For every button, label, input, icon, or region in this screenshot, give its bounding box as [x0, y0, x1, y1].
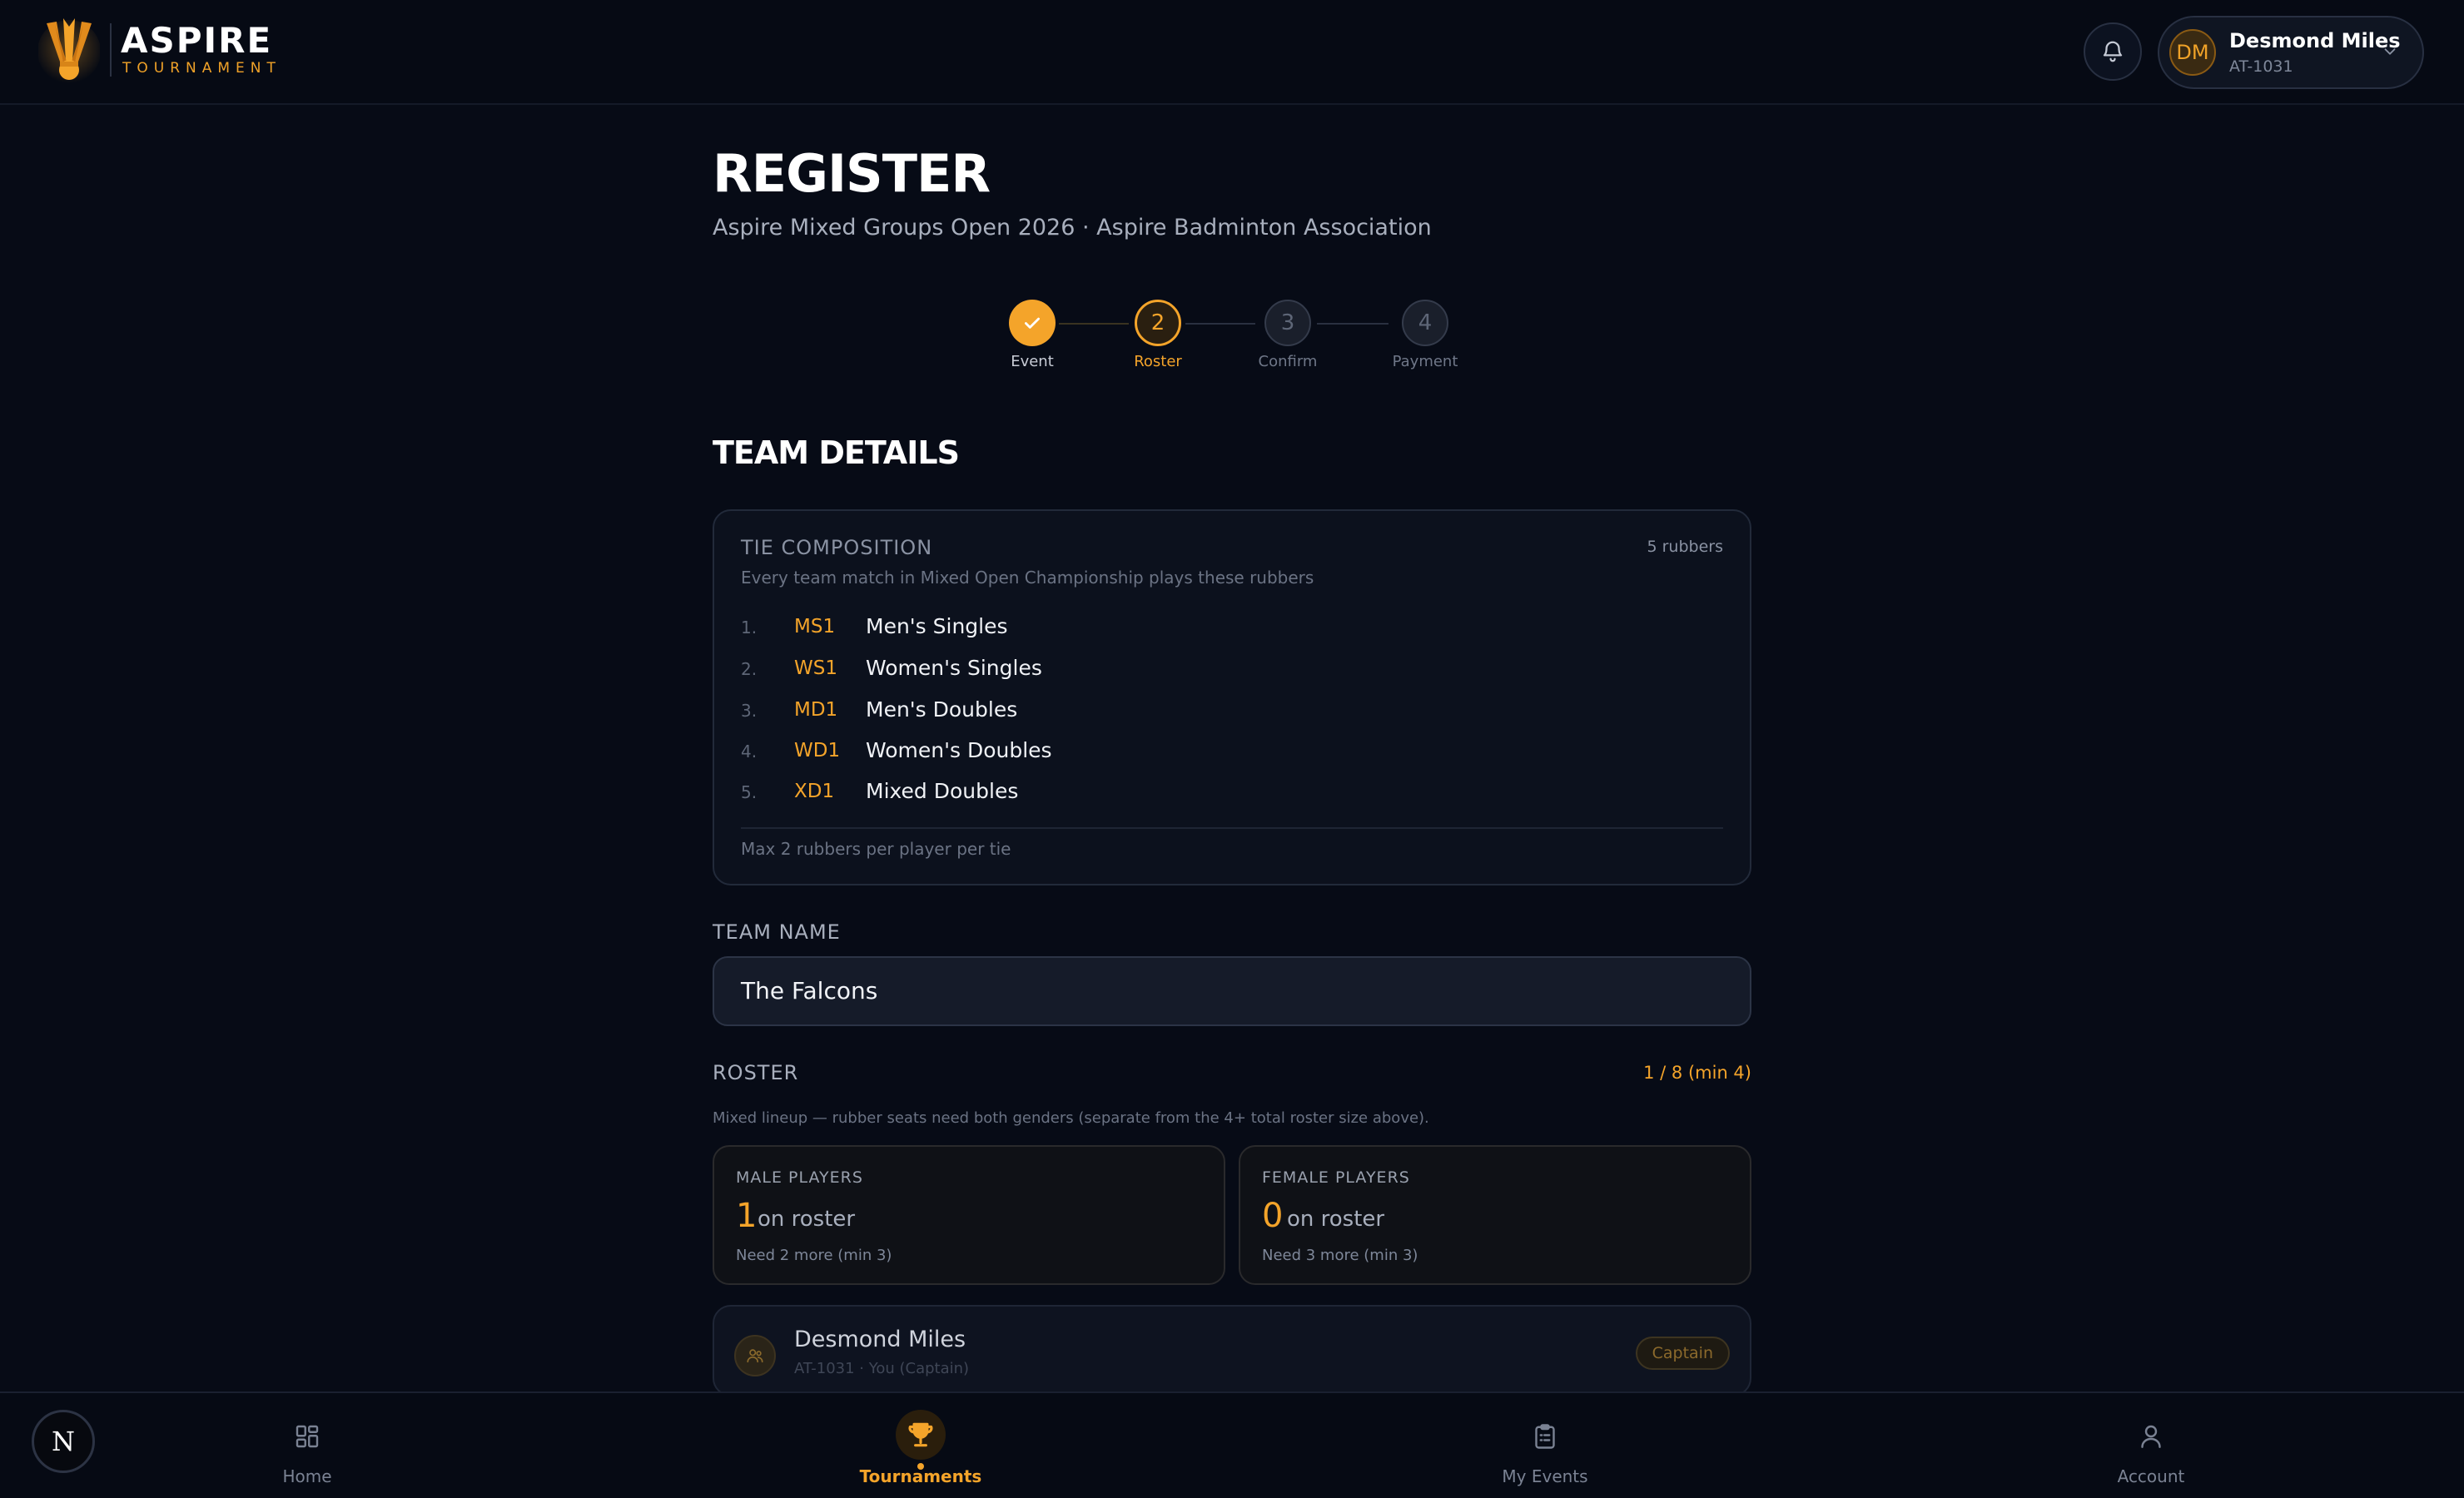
female-players-suffix: on roster: [1287, 1207, 1385, 1232]
female-players-title: FEMALE PLAYERS: [1262, 1168, 1410, 1187]
rubber-index: 5.: [741, 782, 758, 802]
tie-composition-card: TIE COMPOSITION 5 rubbers Every team mat…: [713, 509, 1751, 885]
nav-item-account[interactable]: Account: [2051, 1408, 2251, 1491]
rubber-index: 2.: [741, 659, 758, 679]
team-name-label: TEAM NAME: [713, 920, 841, 944]
male-players-count: 1: [736, 1197, 758, 1235]
male-players-need: Need 2 more (min 3): [736, 1247, 892, 1264]
roster-label: ROSTER: [713, 1061, 799, 1084]
step-connector: [1059, 323, 1129, 325]
roster-member-row[interactable]: Desmond Miles AT-1031 · You (Captain) Ca…: [713, 1305, 1751, 1396]
female-players-card: FEMALE PLAYERS 0 on roster Need 3 more (…: [1239, 1145, 1751, 1285]
bell-icon: [2103, 41, 2123, 62]
chevron-down-icon: [2384, 48, 2396, 55]
rubber-name: Women's Singles: [866, 656, 1042, 680]
page-subtitle: Aspire Mixed Groups Open 2026 · Aspire B…: [713, 215, 1432, 241]
section-title-team-details: TEAM DETAILS: [713, 434, 960, 471]
list-item: 3. MD1 Men's Doubles: [741, 696, 1723, 729]
nav-label-home: Home: [282, 1466, 332, 1486]
rubber-code: WD1: [794, 740, 841, 761]
divider: [741, 827, 1723, 829]
rubber-code: MS1: [794, 616, 836, 637]
member-avatar: [734, 1335, 776, 1376]
person-icon: [2131, 1416, 2171, 1456]
member-subtitle: AT-1031 · You (Captain): [794, 1360, 970, 1377]
nav-item-tournaments[interactable]: Tournaments: [821, 1408, 1021, 1491]
rubber-index: 1.: [741, 618, 758, 637]
tie-rule-note: Max 2 rubbers per player per tie: [741, 839, 1011, 859]
shuttlecock-logo-icon[interactable]: [38, 15, 100, 88]
user-id: AT-1031: [2229, 57, 2293, 76]
rubber-name: Women's Doubles: [866, 738, 1052, 762]
team-name-input[interactable]: The Falcons: [713, 956, 1751, 1026]
user-menu-button[interactable]: DM Desmond Miles AT-1031: [2158, 16, 2424, 89]
grid-icon: [287, 1416, 327, 1456]
rubber-index: 3.: [741, 701, 758, 721]
male-players-card: MALE PLAYERS 1 on roster Need 2 more (mi…: [713, 1145, 1225, 1285]
top-bar: ASPIRE TOURNAMENT DM Desmond Miles AT-10…: [0, 0, 2464, 105]
rubber-name: Mixed Doubles: [866, 779, 1019, 803]
roster-count: 1 / 8 (min 4): [1643, 1063, 1751, 1083]
avatar: DM: [2169, 29, 2216, 76]
roster-note: Mixed lineup — rubber seats need both ge…: [713, 1109, 1429, 1127]
check-icon: [1025, 317, 1040, 329]
member-name: Desmond Miles: [794, 1327, 966, 1352]
captain-badge: Captain: [1635, 1337, 1730, 1370]
brand-tagline: TOURNAMENT: [122, 60, 281, 77]
users-icon: [747, 1349, 763, 1363]
tie-composition-title: TIE COMPOSITION: [741, 536, 933, 559]
trophy-icon: [896, 1410, 946, 1460]
step-confirm-circle[interactable]: 3: [1264, 300, 1311, 346]
clipboard-icon: [1525, 1416, 1565, 1456]
step-connector: [1185, 323, 1255, 325]
rubber-code: WS1: [794, 657, 837, 679]
rubber-code: XD1: [794, 781, 835, 802]
step-roster-label: Roster: [1134, 353, 1182, 370]
tie-description: Every team match in Mixed Open Champions…: [741, 568, 1314, 588]
rubber-name: Men's Singles: [866, 614, 1008, 638]
step-payment-circle[interactable]: 4: [1402, 300, 1448, 346]
rubber-name: Men's Doubles: [866, 697, 1018, 722]
logo-divider: [110, 23, 112, 77]
list-item: 1. MS1 Men's Singles: [741, 613, 1723, 646]
nav-label-tournaments: Tournaments: [859, 1466, 982, 1486]
list-item: 2. WS1 Women's Singles: [741, 654, 1723, 687]
male-players-suffix: on roster: [758, 1207, 856, 1232]
step-connector: [1317, 323, 1388, 325]
user-name: Desmond Miles: [2229, 29, 2401, 52]
list-item: 4. WD1 Women's Doubles: [741, 737, 1723, 770]
rubber-index: 4.: [741, 742, 758, 761]
male-players-title: MALE PLAYERS: [736, 1168, 863, 1187]
female-players-count: 0: [1262, 1197, 1284, 1235]
step-event-circle[interactable]: [1009, 300, 1056, 346]
nav-item-my-events[interactable]: My Events: [1445, 1408, 1645, 1491]
page-title: REGISTER: [713, 143, 991, 204]
step-event-label: Event: [1011, 353, 1054, 370]
step-roster-circle[interactable]: 2: [1135, 300, 1181, 346]
female-players-need: Need 3 more (min 3): [1262, 1247, 1418, 1264]
step-payment-label: Payment: [1392, 353, 1458, 370]
nav-label-account: Account: [2117, 1466, 2185, 1486]
rubber-code: MD1: [794, 699, 838, 721]
nav-label-my-events: My Events: [1502, 1466, 1588, 1486]
n-badge-button[interactable]: N: [32, 1410, 95, 1473]
rubber-count: 5 rubbers: [1647, 538, 1723, 556]
list-item: 5. XD1 Mixed Doubles: [741, 777, 1723, 811]
step-confirm-label: Confirm: [1258, 353, 1318, 370]
brand-name: ASPIRE: [121, 20, 273, 61]
notifications-button[interactable]: [2084, 22, 2142, 81]
bottom-nav: N Home Tournaments My Events Account: [0, 1391, 2464, 1498]
nav-item-home[interactable]: Home: [207, 1408, 407, 1491]
